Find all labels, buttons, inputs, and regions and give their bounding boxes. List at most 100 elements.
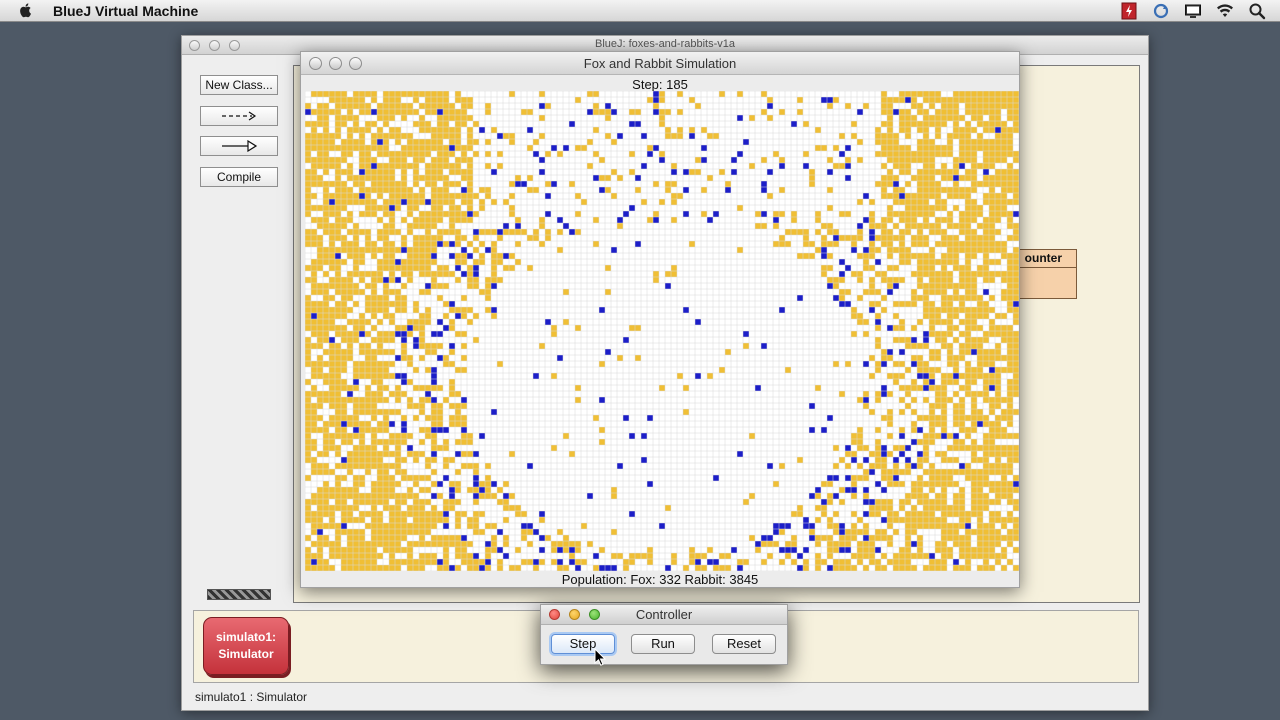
fox-cell (449, 145, 455, 151)
rabbit-cell (419, 217, 425, 223)
rabbit-cell (959, 283, 965, 289)
object-simulator-instance[interactable]: simulato1: Simulator (203, 617, 289, 675)
rabbit-cell (863, 391, 869, 397)
spotlight-icon[interactable] (1248, 2, 1266, 20)
rabbit-cell (965, 529, 971, 535)
rabbit-cell (821, 271, 827, 277)
rabbit-cell (383, 265, 389, 271)
rabbit-cell (989, 181, 995, 187)
wifi-icon[interactable] (1216, 2, 1234, 20)
display-icon[interactable] (1184, 2, 1202, 20)
rabbit-cell (1007, 535, 1013, 541)
rabbit-cell (413, 523, 419, 529)
rabbit-cell (455, 499, 461, 505)
fox-cell (905, 97, 911, 103)
rabbit-cell (881, 223, 887, 229)
rabbit-cell (353, 91, 359, 97)
rabbit-cell (1007, 211, 1013, 217)
rabbit-cell (527, 529, 533, 535)
rabbit-cell (917, 205, 923, 211)
sync-icon[interactable] (1152, 2, 1170, 20)
controller-titlebar[interactable]: Controller (541, 605, 787, 625)
app-menu-title[interactable]: BlueJ Virtual Machine (53, 3, 198, 19)
rabbit-cell (377, 145, 383, 151)
compile-button[interactable]: Compile (200, 167, 278, 187)
rabbit-cell (335, 433, 341, 439)
rabbit-cell (971, 373, 977, 379)
rabbit-cell (359, 343, 365, 349)
class-box-counter[interactable]: ounter (1019, 249, 1077, 299)
rabbit-cell (443, 103, 449, 109)
rabbit-cell (893, 187, 899, 193)
rabbit-cell (977, 343, 983, 349)
rabbit-cell (305, 361, 311, 367)
fox-cell (437, 331, 443, 337)
rabbit-cell (467, 463, 473, 469)
rabbit-cell (971, 367, 977, 373)
rabbit-cell (671, 553, 677, 559)
rabbit-cell (335, 193, 341, 199)
rabbit-cell (431, 439, 437, 445)
fox-cell (503, 553, 509, 559)
inheritance-arrow-button[interactable] (200, 136, 278, 156)
rabbit-cell (995, 211, 1001, 217)
rabbit-cell (449, 481, 455, 487)
uses-arrow-button[interactable] (200, 106, 278, 126)
rabbit-cell (461, 433, 467, 439)
rabbit-cell (473, 529, 479, 535)
rabbit-cell (437, 163, 443, 169)
rabbit-cell (989, 271, 995, 277)
rabbit-cell (917, 493, 923, 499)
rabbit-cell (323, 511, 329, 517)
rabbit-cell (359, 361, 365, 367)
rabbit-cell (383, 313, 389, 319)
apple-icon[interactable] (18, 2, 34, 18)
fox-cell (659, 157, 665, 163)
rabbit-cell (989, 427, 995, 433)
rabbit-cell (431, 211, 437, 217)
rabbit-cell (635, 355, 641, 361)
rabbit-cell (443, 115, 449, 121)
flash-icon[interactable] (1120, 2, 1138, 20)
rabbit-cell (989, 331, 995, 337)
rabbit-cell (899, 373, 905, 379)
rabbit-cell (341, 361, 347, 367)
rabbit-cell (905, 367, 911, 373)
rabbit-cell (461, 199, 467, 205)
rabbit-cell (929, 193, 935, 199)
rabbit-cell (887, 235, 893, 241)
rabbit-cell (311, 289, 317, 295)
rabbit-cell (329, 565, 335, 571)
rabbit-cell (911, 157, 917, 163)
new-class-button[interactable]: New Class... (200, 75, 278, 95)
rabbit-cell (941, 271, 947, 277)
rabbit-cell (407, 151, 413, 157)
rabbit-cell (851, 493, 857, 499)
rabbit-cell (461, 109, 467, 115)
rabbit-cell (329, 547, 335, 553)
reset-button[interactable]: Reset (712, 634, 776, 654)
rabbit-cell (365, 307, 371, 313)
rabbit-cell (941, 559, 947, 565)
rabbit-cell (899, 469, 905, 475)
rabbit-cell (425, 271, 431, 277)
simulation-titlebar[interactable]: Fox and Rabbit Simulation (301, 52, 1019, 75)
rabbit-cell (827, 541, 833, 547)
rabbit-cell (923, 517, 929, 523)
fox-cell (533, 151, 539, 157)
run-button[interactable]: Run (631, 634, 695, 654)
rabbit-cell (977, 547, 983, 553)
rabbit-cell (917, 319, 923, 325)
rabbit-cell (965, 391, 971, 397)
rabbit-cell (341, 385, 347, 391)
rabbit-cell (383, 463, 389, 469)
rabbit-cell (947, 481, 953, 487)
rabbit-cell (437, 133, 443, 139)
rabbit-cell (851, 331, 857, 337)
rabbit-cell (389, 109, 395, 115)
rabbit-cell (1001, 355, 1007, 361)
rabbit-cell (941, 163, 947, 169)
rabbit-cell (353, 385, 359, 391)
rabbit-cell (977, 415, 983, 421)
rabbit-cell (923, 457, 929, 463)
